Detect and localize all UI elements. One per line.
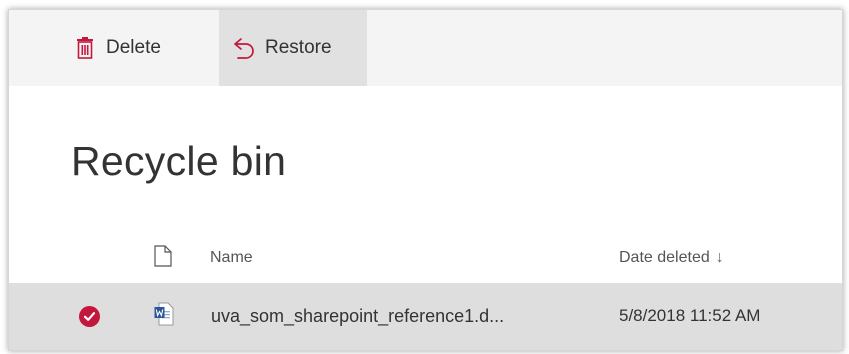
column-header-date-deleted[interactable]: Date deleted ↓ <box>619 249 724 267</box>
restore-button[interactable]: Restore <box>219 10 367 86</box>
date-deleted-value: 5/8/2018 11:52 AM <box>619 306 761 325</box>
trash-icon <box>72 35 98 61</box>
file-name-link[interactable]: uva_som_sharepoint_reference1.d... <box>211 306 504 327</box>
document-icon[interactable] <box>154 245 172 272</box>
column-header-name[interactable]: Name <box>210 249 253 267</box>
list-header: Name Date deleted ↓ <box>9 235 842 283</box>
restore-button-label: Restore <box>265 37 332 58</box>
sort-descending-icon: ↓ <box>715 249 724 266</box>
column-header-date-label: Date deleted <box>619 249 710 266</box>
table-row[interactable]: uva_som_sharepoint_reference1.d... 5/8/2… <box>9 283 842 350</box>
undo-icon <box>231 35 257 61</box>
checkmark-icon[interactable] <box>79 306 100 327</box>
word-document-icon <box>154 302 174 331</box>
delete-button-label: Delete <box>106 37 161 58</box>
command-bar: Delete Restore <box>9 10 842 86</box>
delete-button[interactable]: Delete <box>72 10 220 86</box>
app-window: Delete Restore Recycle bin Name Date del… <box>8 9 843 351</box>
page-title: Recycle bin <box>71 138 287 184</box>
